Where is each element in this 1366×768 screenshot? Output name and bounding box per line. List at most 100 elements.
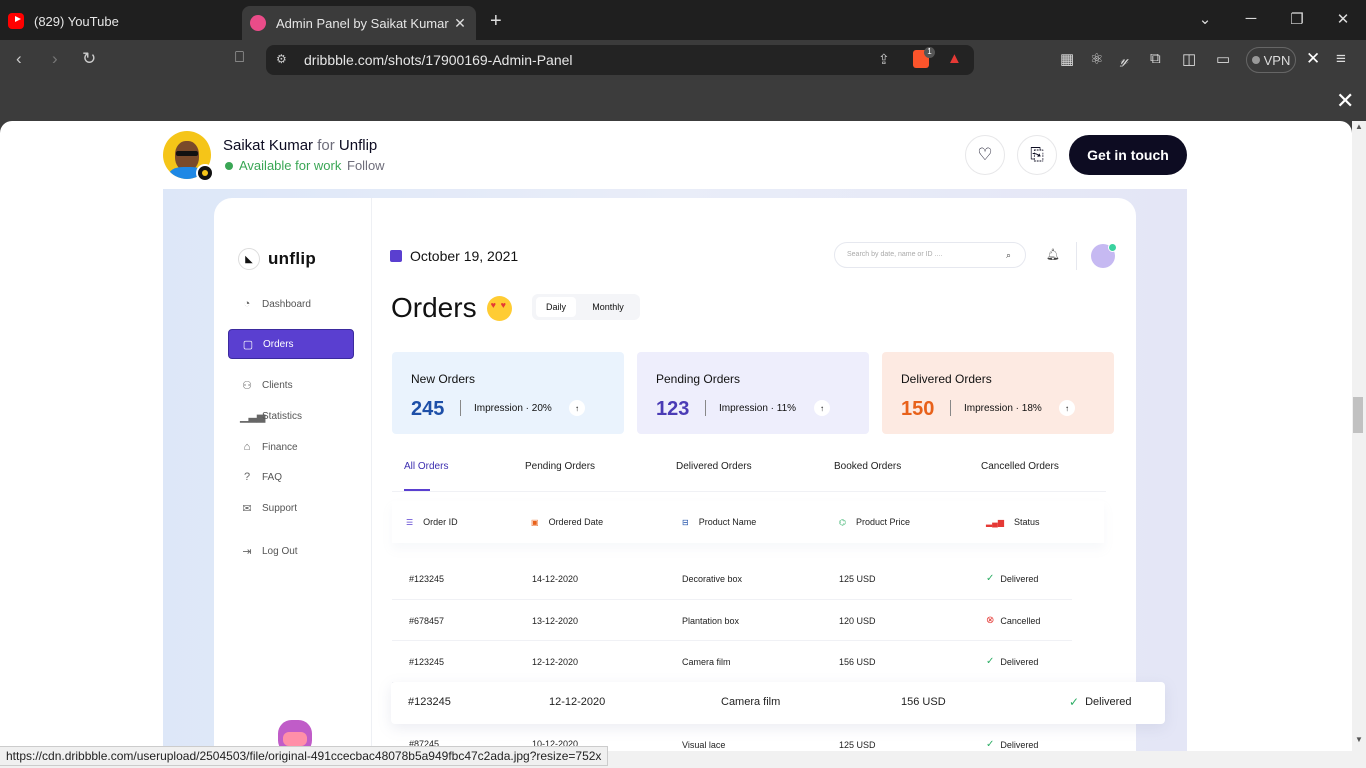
stat-value: 150 bbox=[901, 398, 935, 420]
author-line: Saikat Kumar for Unflip bbox=[223, 137, 377, 154]
rewards-icon[interactable]: ▲ bbox=[947, 50, 962, 67]
wallet-icon[interactable]: ▭ bbox=[1216, 50, 1230, 68]
author-name[interactable]: Saikat Kumar bbox=[223, 137, 313, 154]
support-icon: ✉ bbox=[242, 502, 252, 515]
cell-price: 156 USD bbox=[901, 696, 946, 708]
stat-divider bbox=[950, 400, 951, 416]
leo-icon[interactable]: ✕ bbox=[1306, 49, 1320, 69]
sidebar-icon[interactable]: ◫ bbox=[1182, 50, 1196, 68]
dribbble-icon bbox=[250, 15, 266, 31]
minimize-button[interactable]: ─ bbox=[1241, 10, 1261, 27]
vpn-button[interactable]: VPN bbox=[1246, 47, 1296, 73]
get-in-touch-button[interactable]: Get in touch bbox=[1069, 135, 1187, 175]
cell-date: 14-12-2020 bbox=[532, 574, 579, 584]
cell-product: Decorative box bbox=[682, 574, 743, 584]
status-text: Cancelled bbox=[1000, 615, 1041, 626]
cell-price: 156 USD bbox=[839, 657, 876, 667]
user-avatar[interactable] bbox=[1091, 243, 1117, 268]
tab-booked-orders[interactable]: Booked Orders bbox=[834, 461, 901, 472]
menu-icon[interactable]: ≡ bbox=[1336, 49, 1346, 69]
cell-product: Plantation box bbox=[682, 616, 740, 626]
tabs-border bbox=[392, 491, 1106, 492]
heart-eyes-emoji-icon bbox=[486, 295, 512, 321]
hovered-table-row[interactable]: #123245 12-12-2020 Camera film 156 USD ✓… bbox=[391, 682, 1165, 724]
restore-button[interactable]: ❐ bbox=[1287, 10, 1307, 28]
nav-statistics[interactable]: ▁▃▅ Statistics bbox=[228, 401, 354, 431]
cell-product: Visual lace bbox=[682, 740, 726, 750]
close-modal-icon[interactable]: ✕ bbox=[1336, 88, 1354, 114]
tab-youtube[interactable]: (829) YouTube bbox=[8, 6, 230, 36]
nav-faq[interactable]: ? FAQ bbox=[228, 462, 354, 492]
cell-status: ⊗ Cancelled bbox=[986, 615, 1040, 626]
close-window-button[interactable]: ✕ bbox=[1333, 10, 1353, 28]
col-ordered-date[interactable]: ▣ Ordered Date bbox=[531, 517, 603, 527]
search-input[interactable]: Search by date, name or ID .... bbox=[834, 242, 1026, 268]
bookmark-icon[interactable]: ⎕ bbox=[235, 49, 244, 66]
nav-clients[interactable]: ⚇ Clients bbox=[228, 370, 354, 400]
col-product-name[interactable]: ⊟ Product Name bbox=[682, 517, 756, 527]
tab-title: Admin Panel by Saikat Kumar for Unflip o… bbox=[276, 15, 452, 31]
toggle-monthly[interactable]: Monthly bbox=[582, 297, 634, 317]
for-word: for bbox=[317, 137, 335, 154]
tab-pending-orders[interactable]: Pending Orders bbox=[525, 461, 595, 472]
vpn-dot-icon bbox=[1251, 56, 1260, 64]
close-tab-icon[interactable]: ✕ bbox=[452, 15, 468, 32]
col-status[interactable]: ▂▄▆ Status bbox=[986, 517, 1040, 527]
nav-logout[interactable]: ⇥ Log Out bbox=[228, 536, 354, 566]
tab-delivered-orders[interactable]: Delivered Orders bbox=[676, 461, 752, 472]
extension-icon[interactable]: 𝓎 bbox=[1120, 51, 1128, 68]
site-info-icon[interactable]: ⚙ bbox=[276, 52, 287, 66]
team-badge-icon bbox=[196, 164, 214, 182]
tab-cancelled-orders[interactable]: Cancelled Orders bbox=[981, 461, 1059, 472]
nav-finance[interactable]: ⌂ Finance bbox=[228, 432, 354, 462]
nav-support[interactable]: ✉ Support bbox=[228, 493, 354, 523]
table-row[interactable] bbox=[392, 641, 1072, 683]
current-date: October 19, 2021 bbox=[390, 248, 518, 264]
status-text: Delivered bbox=[1000, 739, 1039, 750]
forward-icon[interactable]: › bbox=[52, 49, 58, 69]
vertical-scrollbar[interactable] bbox=[1352, 121, 1366, 751]
react-icon[interactable]: ⚛ bbox=[1090, 50, 1103, 68]
scrollbar-thumb[interactable] bbox=[1353, 397, 1363, 433]
nav-orders[interactable]: ▢ Orders bbox=[228, 329, 354, 359]
tab-dribbble[interactable]: Admin Panel by Saikat Kumar for Unflip o… bbox=[242, 6, 476, 40]
url-text[interactable]: dribbble.com/shots/17900169-Admin-Panel bbox=[304, 52, 573, 68]
search-icon[interactable]: ⌕ bbox=[1006, 250, 1011, 261]
col-label: Product Price bbox=[855, 517, 911, 527]
puzzle-icon[interactable]: ⧉ bbox=[1150, 50, 1161, 67]
col-product-price[interactable]: ⌬ Product Price bbox=[839, 517, 910, 527]
tab-all-orders[interactable]: All Orders bbox=[404, 461, 448, 472]
col-label: Status bbox=[1013, 517, 1040, 527]
nav-label: Support bbox=[262, 502, 298, 514]
like-button[interactable]: ♡ bbox=[965, 135, 1005, 175]
cell-status: ✓ Delivered bbox=[986, 573, 1038, 584]
tab-search-icon[interactable]: ⌄ bbox=[1195, 10, 1215, 28]
page-title: Orders bbox=[391, 292, 512, 324]
back-icon[interactable]: ‹ bbox=[16, 49, 22, 69]
bookmark-icon: ⎘ bbox=[1030, 145, 1044, 164]
col-order-id[interactable]: ☰ Order ID bbox=[406, 517, 458, 527]
stat-divider bbox=[460, 400, 461, 416]
availability-text: Available for work bbox=[239, 158, 342, 173]
share-icon[interactable]: ⇪ bbox=[878, 51, 890, 68]
cell-order-id: #123245 bbox=[409, 657, 445, 667]
reload-icon[interactable]: ↻ bbox=[82, 49, 96, 69]
shield-count: 1 bbox=[924, 47, 935, 58]
team-name[interactable]: Unflip bbox=[339, 137, 377, 154]
follow-button[interactable]: Follow bbox=[347, 158, 385, 173]
unflip-logo: ◣ unflip bbox=[238, 248, 316, 270]
scroll-up-icon[interactable]: ▲ bbox=[1355, 122, 1363, 131]
cell-date: 12-12-2020 bbox=[549, 696, 606, 708]
status-text: Delivered bbox=[1085, 696, 1132, 708]
bell-icon[interactable]: 🔔︎ bbox=[1046, 248, 1060, 261]
scroll-down-icon[interactable]: ▼ bbox=[1355, 735, 1363, 744]
qr-icon[interactable]: ▦ bbox=[1060, 50, 1074, 68]
stat-label: New Orders bbox=[411, 372, 476, 386]
save-button[interactable]: ⎘ bbox=[1017, 135, 1057, 175]
new-tab-button[interactable]: + bbox=[490, 10, 502, 33]
toggle-daily[interactable]: Daily bbox=[536, 297, 576, 317]
stat-card-new: New Orders 245 Impression · 20% ↑ bbox=[392, 352, 624, 434]
faq-icon: ? bbox=[243, 471, 251, 483]
tag-icon: ⌬ bbox=[839, 517, 846, 527]
nav-dashboard[interactable]: ◔ Dashboard bbox=[228, 289, 354, 319]
